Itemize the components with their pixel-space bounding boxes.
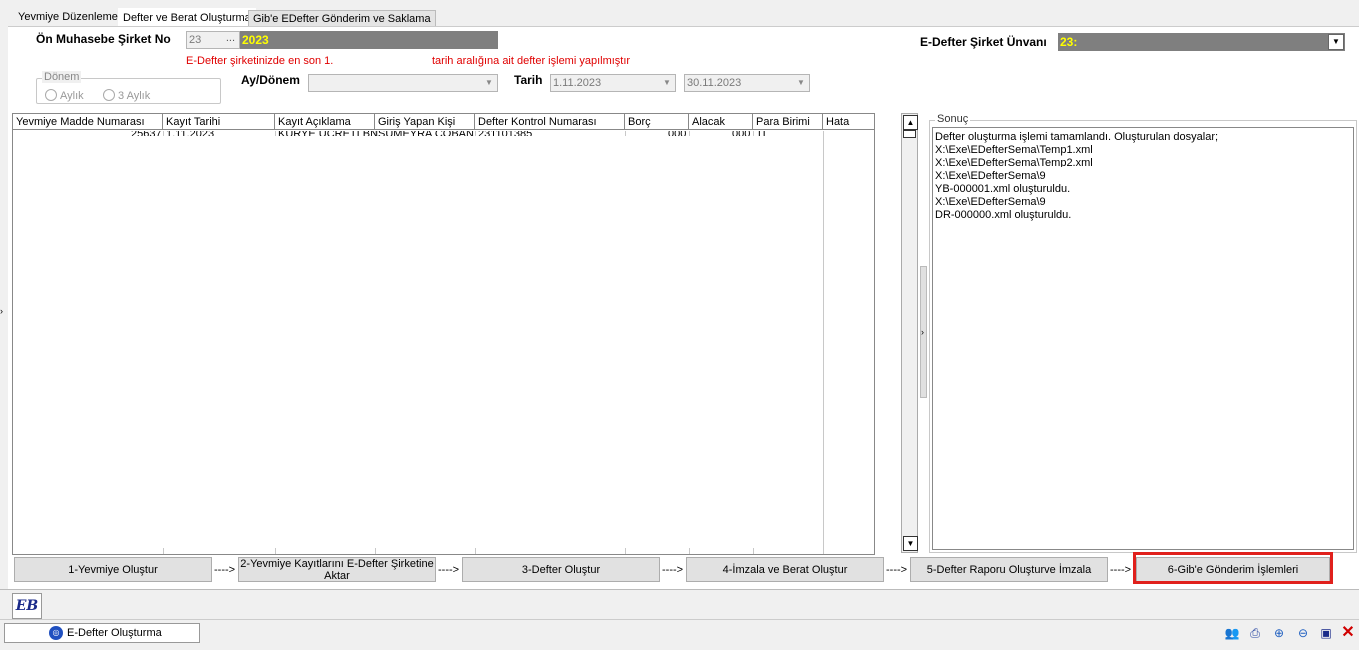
col-header-kayit-aciklama[interactable]: Kayıt Açıklama — [275, 114, 375, 130]
sirket-no-value: 23 — [189, 34, 202, 46]
step-arrow: ----> — [438, 564, 460, 576]
year-field: 2023 — [240, 31, 498, 49]
chevron-down-icon[interactable]: ▼ — [659, 75, 675, 91]
sonuc-line: X:\Exe\EDefterSema\Temp1.xml — [935, 144, 1093, 156]
col-header-giris-yapan[interactable]: Giriş Yapan Kişi — [375, 114, 475, 130]
users-icon[interactable]: 👥 — [1223, 624, 1241, 642]
col-header-yevmiye-no[interactable]: Yevmiye Madde Numarası — [13, 114, 163, 130]
sonuc-line: X:\Exe\EDefterSema\9 — [935, 170, 1046, 182]
tarih-start-select[interactable]: 1.11.2023 ▼ — [550, 74, 676, 92]
sonuc-line: X:\Exe\EDefterSema\9 — [935, 196, 1046, 208]
task-edefter-olusturma[interactable]: ◎ E-Defter Oluşturma — [4, 623, 200, 643]
col-divider — [823, 131, 824, 554]
col-header-kayit-tarihi[interactable]: Kayıt Tarihi — [163, 114, 275, 130]
sirket-no-input[interactable]: 23 ... — [186, 31, 240, 49]
close-icon[interactable]: ✕ — [1339, 624, 1357, 642]
printer-icon[interactable]: ⎙ — [1246, 624, 1264, 642]
tab-yevmiye-duzenleme[interactable]: Yevmiye Düzenleme — [14, 8, 122, 26]
tarih-start-value: 1.11.2023 — [553, 77, 602, 89]
step-arrow: ----> — [1110, 564, 1132, 576]
warning-text-1: E-Defter şirketinizde en son 1. — [186, 55, 334, 67]
col-header-hata[interactable]: Hata — [823, 114, 874, 130]
sonuc-line: YB-000001.xml oluşturuldu. — [935, 183, 1071, 195]
col-header-borc[interactable]: Borç — [625, 114, 689, 130]
scroll-up-icon[interactable]: ▲ — [903, 115, 918, 130]
radio-circle-icon — [45, 89, 57, 101]
yevmiye-grid[interactable]: Yevmiye Madde Numarası Kayıt Tarihi Kayı… — [12, 113, 875, 555]
splitter-arrow-icon[interactable]: › — [921, 327, 924, 337]
taskbar: ◎ E-Defter Oluşturma 👥 ⎙ ⊕ ⊖ ▣ ✕ — [0, 619, 1359, 650]
col-header-defter-kontrol[interactable]: Defter Kontrol Numarası — [475, 114, 625, 130]
scroll-thumb[interactable] — [903, 130, 916, 138]
ellipsis-button[interactable]: ... — [226, 30, 235, 46]
tarih-end-value: 30.11.2023 — [687, 77, 742, 89]
scroll-down-icon[interactable]: ▼ — [903, 536, 918, 551]
zoom-out-icon[interactable]: ⊖ — [1294, 624, 1312, 642]
app-globe-icon: ◎ — [49, 626, 63, 640]
col-header-para-birimi[interactable]: Para Birimi — [753, 114, 823, 130]
step-arrow: ----> — [662, 564, 684, 576]
radio-aylik[interactable]: Aylık — [45, 89, 84, 102]
chevron-down-icon[interactable]: ▼ — [793, 75, 809, 91]
sonuc-line: Defter oluşturma işlemi tamamlandı. Oluş… — [935, 131, 1219, 143]
grid-scrollbar[interactable]: ▲ ▼ — [901, 113, 918, 553]
step-3-defter-olustur-button[interactable]: 3-Defter Oluştur — [462, 557, 660, 582]
tarih-end-select[interactable]: 30.11.2023 ▼ — [684, 74, 810, 92]
save-icon[interactable]: ▣ — [1317, 624, 1335, 642]
warning-text-2: tarih aralığına ait defter işlemi yapılm… — [432, 55, 631, 67]
edefter-unvan-value: 23: — [1060, 35, 1078, 49]
edefter-unvan-select[interactable]: 23: ▼ — [1058, 33, 1345, 51]
radio-3aylik-label: 3 Aylık — [118, 90, 151, 102]
chevron-down-icon[interactable]: ▼ — [481, 75, 497, 91]
radio-circle-icon — [103, 89, 115, 101]
ay-donem-label: Ay/Dönem — [241, 73, 300, 87]
radio-aylik-label: Aylık — [60, 90, 84, 102]
step-4-imzala-berat-button[interactable]: 4-İmzala ve Berat Oluştur — [686, 557, 884, 582]
step-arrow: ----> — [214, 564, 236, 576]
bottom-separator — [0, 589, 1359, 590]
task-label: E-Defter Oluşturma — [67, 627, 162, 639]
tab-defter-berat[interactable]: Defter ve Berat Oluşturma — [118, 8, 256, 28]
sonuc-line: DR-000000.xml oluşturuldu. — [935, 209, 1072, 221]
chevron-down-icon[interactable]: ▼ — [1328, 34, 1344, 50]
step-arrow: ----> — [886, 564, 908, 576]
sonuc-title: Sonuç — [935, 113, 971, 125]
eb-logo-icon[interactable]: EB — [12, 593, 42, 619]
tarih-label: Tarih — [514, 73, 543, 87]
sonuc-textarea[interactable]: Defter oluşturma işlemi tamamlandı. Oluş… — [932, 127, 1354, 550]
col-header-alacak[interactable]: Alacak — [689, 114, 753, 130]
highlight-box — [1133, 552, 1333, 584]
tab-gib-gonderim[interactable]: Gib'e EDefter Gönderim ve Saklama — [248, 10, 436, 27]
redacted-area — [109, 136, 805, 548]
donem-label: Dönem — [42, 71, 82, 83]
radio-3aylik[interactable]: 3 Aylık — [103, 89, 150, 102]
sonuc-line: X:\Exe\EDefterSema\Temp2.xml — [935, 157, 1093, 167]
zoom-in-icon[interactable]: ⊕ — [1270, 624, 1288, 642]
step-2-aktar-button[interactable]: 2-Yevmiye Kayıtlarını E-Defter Şirketine… — [238, 557, 436, 582]
step-1-yevmiye-olustur-button[interactable]: 1-Yevmiye Oluştur — [14, 557, 212, 582]
step-5-defter-raporu-button[interactable]: 5-Defter Raporu Oluşturve İmzala — [910, 557, 1108, 582]
sirket-no-label: Ön Muhasebe Şirket No — [36, 32, 171, 46]
ay-donem-select[interactable]: ▼ — [308, 74, 498, 92]
edefter-unvan-label: E-Defter Şirket Ünvanı — [920, 35, 1047, 49]
left-edge-arrow-icon[interactable]: › — [0, 306, 3, 316]
